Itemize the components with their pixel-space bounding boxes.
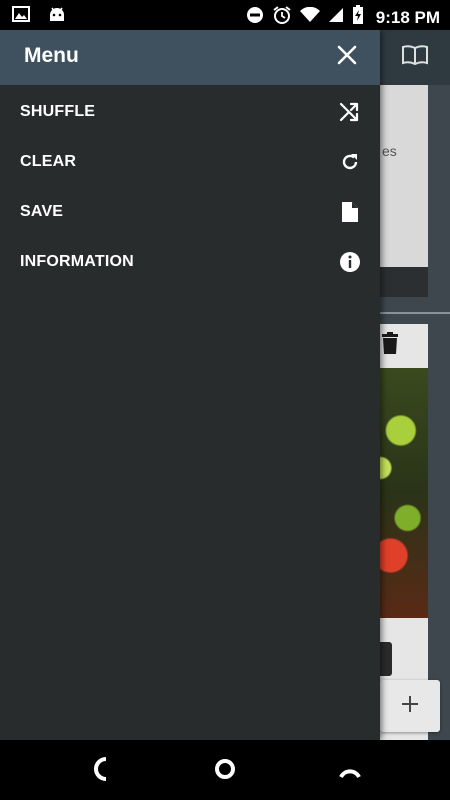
menu-list: SHUFFLE CLEAR SAVE INFORMATION — [0, 87, 380, 287]
do-not-disturb-icon — [246, 6, 264, 29]
status-time: 9:18 PM — [375, 7, 440, 27]
alarm-icon — [272, 5, 292, 30]
back-button[interactable] — [90, 756, 116, 786]
menu-item-information[interactable]: INFORMATION — [0, 237, 380, 287]
close-icon — [337, 45, 357, 70]
book-button[interactable] — [380, 30, 450, 85]
file-icon — [338, 200, 362, 224]
home-icon — [213, 757, 237, 786]
close-button[interactable] — [330, 40, 364, 74]
menu-item-shuffle[interactable]: SHUFFLE — [0, 87, 380, 137]
refresh-icon — [338, 150, 362, 174]
navigation-drawer: Menu SHUFFLE CLEAR SAVE INFORMATION — [0, 30, 380, 740]
drawer-header: Menu — [0, 30, 380, 85]
info-icon — [338, 250, 362, 274]
drawer-title: Menu — [24, 44, 79, 67]
image-icon — [12, 6, 30, 27]
navigation-bar — [0, 740, 450, 800]
menu-item-label: SAVE — [20, 203, 64, 220]
trash-icon[interactable] — [380, 332, 400, 359]
status-bar: 9:18 PM — [0, 0, 450, 30]
menu-item-label: SHUFFLE — [20, 103, 96, 120]
home-button[interactable] — [212, 758, 238, 784]
shuffle-icon — [338, 100, 362, 124]
add-button[interactable] — [380, 680, 440, 732]
card-text-snippet: es — [382, 143, 397, 159]
divider — [380, 312, 450, 314]
menu-item-clear[interactable]: CLEAR — [0, 137, 380, 187]
recents-button[interactable] — [337, 758, 363, 784]
menu-item-label: INFORMATION — [20, 253, 134, 270]
back-icon — [92, 756, 114, 786]
wifi-icon — [299, 6, 320, 28]
book-icon — [401, 44, 429, 71]
plus-icon — [401, 695, 419, 718]
android-icon — [48, 6, 66, 27]
menu-item-label: CLEAR — [20, 153, 77, 170]
signal-icon — [328, 7, 344, 28]
recents-icon — [338, 757, 362, 786]
battery-icon — [352, 5, 364, 30]
menu-item-save[interactable]: SAVE — [0, 187, 380, 237]
